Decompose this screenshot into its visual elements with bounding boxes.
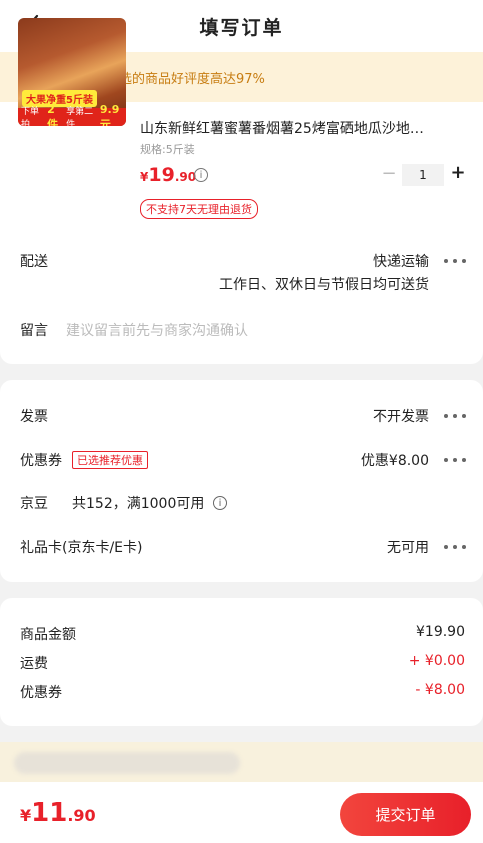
invoice-value[interactable]: 不开发票 bbox=[373, 406, 429, 426]
delivery-method[interactable]: 快递运输 bbox=[373, 251, 429, 271]
product-title[interactable]: 山东新鲜红薯蜜薯番烟薯25烤富硒地瓜沙地… bbox=[140, 118, 465, 138]
checkout-bar: ¥11.90 提交订单 bbox=[0, 782, 483, 843]
invoice-more-icon[interactable] bbox=[444, 413, 466, 419]
submit-order-button[interactable]: 提交订单 bbox=[340, 793, 471, 836]
shipping-label: 运费 bbox=[20, 656, 48, 672]
product-spec: 规格:5斤装 bbox=[140, 143, 195, 156]
giftcard-label: 礼品卡(京东卡/E卡) bbox=[20, 540, 143, 556]
shipping-value: + ¥0.00 bbox=[408, 653, 465, 669]
coupon-value[interactable]: 优惠¥8.00 bbox=[361, 450, 429, 470]
jingdou-label: 京豆 bbox=[20, 496, 48, 512]
total-integer: 11 bbox=[31, 798, 68, 828]
coupon-discount-value: - ¥8.00 bbox=[415, 682, 465, 698]
coupon-recommended-badge: 已选推荐优惠 bbox=[72, 451, 148, 469]
product-image[interactable]: 大果净重5斤装 下单拍 2件 享第二件 9.9元 bbox=[18, 18, 126, 126]
total-currency: ¥ bbox=[20, 806, 32, 825]
quantity-decrement-button[interactable]: − bbox=[378, 163, 400, 185]
total-decimal: .90 bbox=[67, 806, 96, 825]
giftcard-value[interactable]: 无可用 bbox=[387, 537, 429, 557]
message-label: 留言 bbox=[20, 323, 48, 339]
price-integer: 19 bbox=[148, 164, 175, 186]
invoice-label: 发票 bbox=[20, 409, 48, 425]
coupon-label: 优惠券 bbox=[20, 453, 62, 469]
promo-strip-text-d: 9.9元 bbox=[99, 102, 120, 127]
price-info-icon[interactable]: i bbox=[194, 168, 208, 182]
product-price: ¥19.90 bbox=[140, 164, 196, 186]
delivery-label: 配送 bbox=[20, 254, 48, 270]
coupon-discount-label: 优惠券 bbox=[20, 685, 62, 701]
delivery-schedule[interactable]: 工作日、双休日与节假日均可送货 bbox=[219, 274, 429, 294]
delivery-more-icon[interactable] bbox=[444, 258, 466, 264]
blurred-content bbox=[14, 752, 240, 774]
promo-strip-text-c: 享第二件 bbox=[66, 107, 94, 126]
promo-strip-text-b: 2件 bbox=[47, 102, 59, 127]
jingdou-info-icon[interactable]: i bbox=[213, 496, 227, 510]
quantity-increment-button[interactable]: + bbox=[447, 162, 469, 184]
goods-amount-value: ¥19.90 bbox=[416, 624, 465, 640]
page-title: 填写订单 bbox=[199, 16, 284, 39]
coupon-more-icon[interactable] bbox=[444, 457, 466, 463]
blurred-notice-strip bbox=[0, 742, 483, 782]
quantity-input[interactable]: 1 bbox=[402, 164, 444, 186]
giftcard-more-icon[interactable] bbox=[444, 544, 466, 550]
promo-strip-text-a: 下单拍 bbox=[21, 107, 40, 126]
total-price: ¥11.90 bbox=[20, 798, 96, 828]
no-return-badge: 不支持7天无理由退货 bbox=[140, 199, 258, 219]
message-input[interactable]: 建议留言前先与商家沟通确认 bbox=[66, 320, 248, 340]
goods-amount-label: 商品金额 bbox=[20, 627, 76, 643]
price-decimal: .90 bbox=[174, 170, 197, 184]
image-promo-strip: 下单拍 2件 享第二件 9.9元 bbox=[18, 103, 126, 126]
jingdou-value: 共152，满1000可用 bbox=[72, 496, 205, 512]
